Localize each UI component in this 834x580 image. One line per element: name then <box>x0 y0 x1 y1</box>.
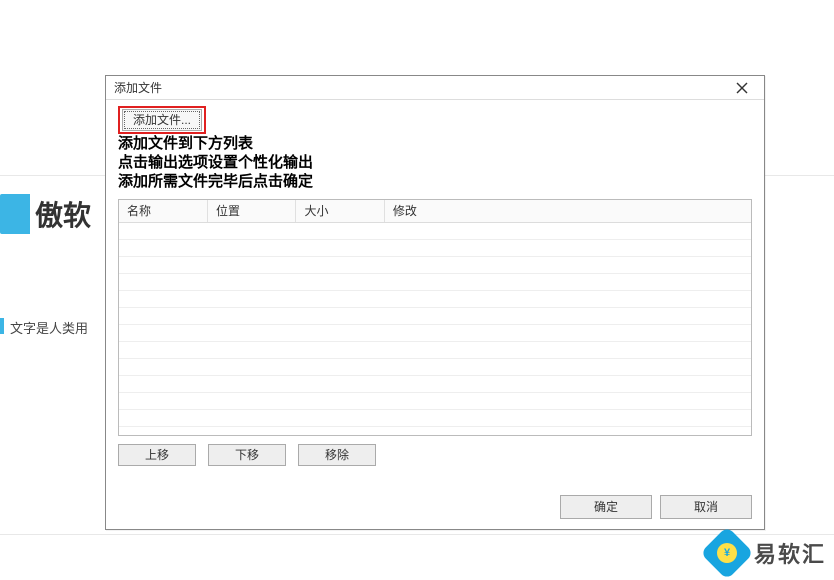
file-list-table[interactable]: 名称 位置 大小 修改 <box>118 199 752 436</box>
table-row[interactable] <box>119 273 751 290</box>
table-row[interactable] <box>119 307 751 324</box>
hint-line-2: 点击输出选项设置个性化输出 <box>118 155 752 172</box>
column-header-size[interactable]: 大小 <box>296 200 384 222</box>
table-row[interactable] <box>119 256 751 273</box>
watermark-text: 易软汇 <box>754 537 826 569</box>
move-up-button[interactable]: 上移 <box>118 444 196 466</box>
table-row[interactable] <box>119 409 751 426</box>
table-row[interactable] <box>119 239 751 256</box>
table-row[interactable] <box>119 324 751 341</box>
watermark-icon: ¥ <box>700 526 754 580</box>
highlight-box: 添加文件... <box>118 106 206 134</box>
column-header-name[interactable]: 名称 <box>119 200 207 222</box>
dialog-title: 添加文件 <box>114 79 162 96</box>
table-row[interactable] <box>119 392 751 409</box>
table-row[interactable] <box>119 375 751 392</box>
dialog-titlebar: 添加文件 <box>106 76 764 100</box>
background-logo-block <box>0 194 30 234</box>
table-row[interactable] <box>119 358 751 375</box>
column-header-modified[interactable]: 修改 <box>384 200 751 222</box>
table-row[interactable] <box>119 341 751 358</box>
hint-line-3: 添加所需文件完毕后点击确定 <box>118 174 752 191</box>
watermark: ¥ 易软汇 <box>708 534 826 572</box>
cancel-button[interactable]: 取消 <box>660 495 752 519</box>
column-header-location[interactable]: 位置 <box>207 200 295 222</box>
sidebar-text: 文字是人类用 <box>10 318 88 337</box>
move-down-button[interactable]: 下移 <box>208 444 286 466</box>
background-logo-text: 傲软 <box>35 194 91 234</box>
ok-button[interactable]: 确定 <box>560 495 652 519</box>
table-row[interactable] <box>119 222 751 239</box>
close-icon[interactable] <box>724 77 760 99</box>
table-row[interactable] <box>119 290 751 307</box>
add-file-dialog: 添加文件 添加文件... 添加文件到下方列表 点击输出选项设置个性化输出 添加所… <box>105 75 765 530</box>
sidebar-accent <box>0 318 4 334</box>
remove-button[interactable]: 移除 <box>298 444 376 466</box>
hint-line-1: 添加文件到下方列表 <box>118 136 752 153</box>
add-file-button[interactable]: 添加文件... <box>122 109 202 131</box>
